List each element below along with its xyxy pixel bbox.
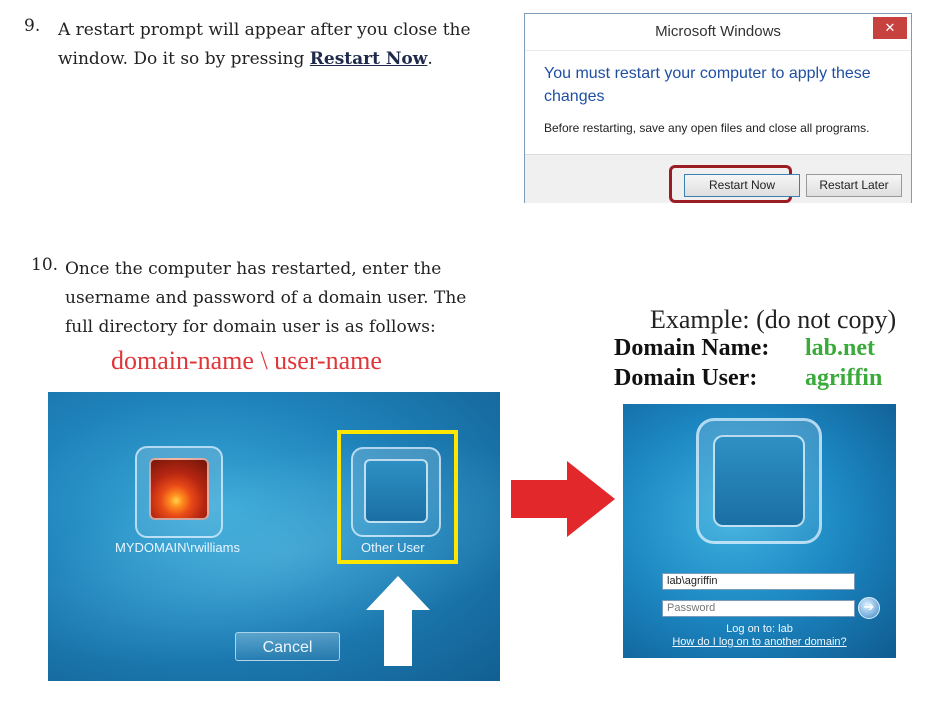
cancel-button[interactable]: Cancel xyxy=(235,632,340,661)
step-10-line-3: full directory for domain user is as fol… xyxy=(65,317,436,337)
up-arrow-icon xyxy=(366,576,430,666)
step-10-line-1: Once the computer has restarted, enter t… xyxy=(65,259,442,279)
step-10-text: Once the computer has restarted, enter t… xyxy=(65,255,525,342)
dialog-footer: Restart Now Restart Later xyxy=(525,154,911,203)
dialog-heading: You must restart your computer to apply … xyxy=(544,65,871,105)
step-9-text: A restart prompt will appear after you c… xyxy=(58,16,513,74)
step-9-line-1: A restart prompt will appear after you c… xyxy=(58,20,471,40)
another-domain-link[interactable]: How do I log on to another domain? xyxy=(623,636,896,648)
restart-dialog: Microsoft Windows ✕ You must restart you… xyxy=(524,13,912,203)
domain-user-value: agriffin xyxy=(805,365,883,391)
other-user-highlight-box xyxy=(337,430,458,564)
domain-user-label: Domain User: xyxy=(614,365,758,391)
step-9-line-2: window. Do it so by pressing Restart Now… xyxy=(58,45,513,74)
flower-avatar-icon xyxy=(149,458,209,520)
step-10-number: 10. xyxy=(31,255,59,275)
blank-avatar-icon xyxy=(713,435,805,527)
restart-later-button[interactable]: Restart Later xyxy=(806,174,902,197)
close-icon[interactable]: ✕ xyxy=(873,17,907,39)
user-tile-rwilliams[interactable] xyxy=(135,446,223,538)
user-tile-blank xyxy=(696,418,822,544)
logon-to-text: Log on to: lab xyxy=(726,623,793,635)
restart-now-emphasis: Restart Now xyxy=(309,49,428,69)
dialog-title: Microsoft Windows xyxy=(525,14,911,51)
example-heading: Example: (do not copy) xyxy=(650,305,897,334)
step-9-line-2-suffix: . xyxy=(427,49,433,69)
step-10-line-2: username and password of a domain user. … xyxy=(65,288,467,308)
domain-name-value: lab.net xyxy=(805,335,876,361)
login-form-screen: lab\agriffin Password ➔ Log on to: lab H… xyxy=(623,404,896,658)
password-field[interactable]: Password xyxy=(662,600,855,617)
step-9-number: 9. xyxy=(24,16,41,36)
dialog-body-text: Before restarting, save any open files a… xyxy=(544,121,870,135)
user-label-rwilliams[interactable]: MYDOMAIN\rwilliams xyxy=(115,540,240,555)
right-arrow-icon xyxy=(511,461,615,537)
step-9-line-2-prefix: window. Do it so by pressing xyxy=(58,49,310,69)
domain-user-format: domain-name \ user-name xyxy=(111,346,382,375)
domain-name-label: Domain Name: xyxy=(614,335,770,361)
restart-now-button[interactable]: Restart Now xyxy=(684,174,800,197)
submit-arrow-icon[interactable]: ➔ xyxy=(858,597,880,619)
login-user-selection-screen: MYDOMAIN\rwilliams Other User Cancel xyxy=(48,392,500,681)
username-field[interactable]: lab\agriffin xyxy=(662,573,855,590)
